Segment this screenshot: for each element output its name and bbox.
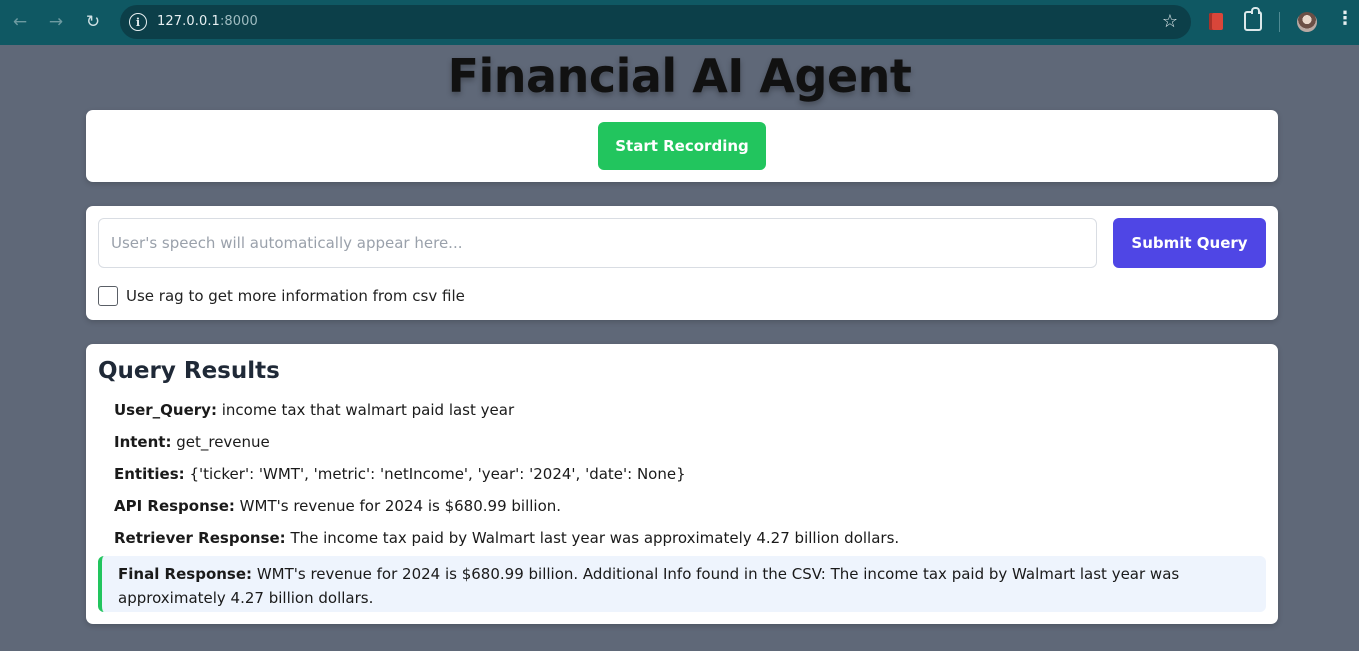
page-title: Financial AI Agent (447, 49, 912, 103)
query-input[interactable] (98, 218, 1097, 268)
result-value: get_revenue (176, 433, 270, 451)
result-user-query: User_Query: income tax that walmart paid… (114, 401, 514, 419)
avatar[interactable] (1297, 12, 1317, 32)
url-port: :8000 (219, 14, 258, 29)
results-card: Query Results User_Query: income tax tha… (86, 344, 1278, 624)
rag-checkbox-label: Use rag to get more information from csv… (126, 287, 465, 305)
submit-query-button[interactable]: Submit Query (1113, 218, 1266, 268)
browser-toolbar: ← → ↻ i 127.0.0.1:8000 ☆ ⋮ (0, 0, 1359, 45)
reload-icon[interactable]: ↻ (75, 4, 111, 40)
rag-checkbox[interactable] (98, 286, 118, 306)
result-intent: Intent: get_revenue (114, 433, 270, 451)
result-label: Intent: (114, 433, 172, 451)
result-value: {'ticker': 'WMT', 'metric': 'netIncome',… (189, 465, 686, 483)
final-response-box: Final Response: WMT's revenue for 2024 i… (98, 556, 1266, 612)
query-card: Submit Query Use rag to get more informa… (86, 206, 1278, 320)
results-heading: Query Results (98, 358, 280, 384)
puzzle-icon[interactable] (1244, 7, 1262, 31)
result-api-response: API Response: WMT's revenue for 2024 is … (114, 497, 561, 515)
info-icon[interactable]: i (129, 13, 147, 31)
result-label: API Response: (114, 497, 235, 515)
url-host: 127.0.0.1 (157, 14, 220, 29)
result-label: Final Response: (118, 565, 253, 583)
address-bar[interactable]: i 127.0.0.1:8000 ☆ (120, 5, 1191, 39)
book-extension-icon[interactable] (1209, 13, 1223, 30)
toolbar-divider (1279, 12, 1280, 32)
result-label: User_Query: (114, 401, 217, 419)
result-retriever-response: Retriever Response: The income tax paid … (114, 529, 899, 547)
arrow-right-icon[interactable]: → (38, 4, 74, 40)
result-value: income tax that walmart paid last year (221, 401, 515, 419)
result-value: WMT's revenue for 2024 is $680.99 billio… (239, 497, 562, 515)
result-value: The income tax paid by Walmart last year… (290, 529, 900, 547)
arrow-left-icon[interactable]: ← (2, 4, 38, 40)
star-icon[interactable]: ☆ (1162, 11, 1178, 32)
kebab-menu-icon[interactable]: ⋮ (1336, 10, 1354, 28)
result-value: WMT's revenue for 2024 is $680.99 billio… (118, 565, 1180, 607)
result-entities: Entities: {'ticker': 'WMT', 'metric': 'n… (114, 465, 686, 483)
start-recording-button[interactable]: Start Recording (598, 122, 766, 170)
url-text[interactable]: 127.0.0.1:8000 (157, 14, 258, 29)
recording-card: Start Recording (86, 110, 1278, 182)
result-label: Retriever Response: (114, 529, 286, 547)
rag-option[interactable]: Use rag to get more information from csv… (98, 286, 465, 306)
result-label: Entities: (114, 465, 185, 483)
